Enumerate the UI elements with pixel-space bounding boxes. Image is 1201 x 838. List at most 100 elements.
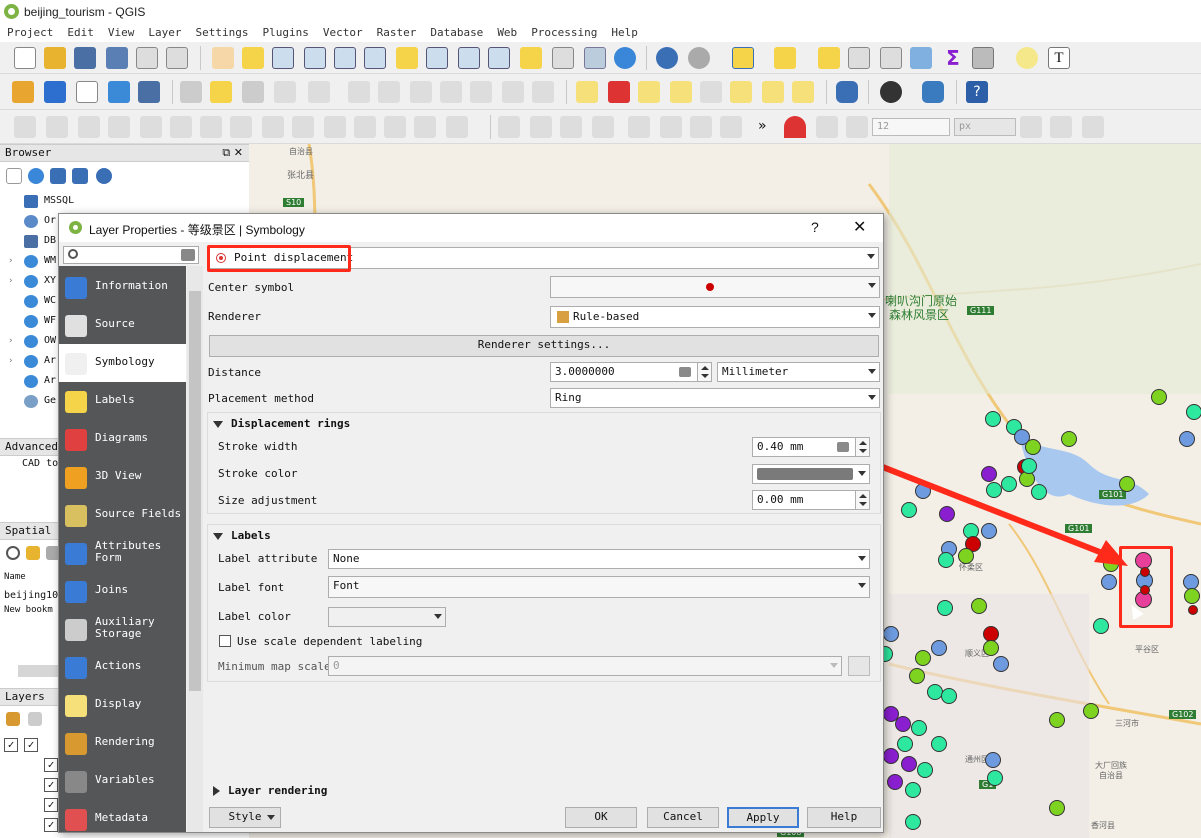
metasearch-icon[interactable]: [880, 81, 902, 103]
self-snapping-icon[interactable]: [1082, 116, 1104, 138]
dialog-close-icon[interactable]: ✕: [853, 217, 866, 236]
shape-digitize-icon[interactable]: [592, 116, 614, 138]
offset-curve-icon[interactable]: [230, 116, 252, 138]
dialog-sidebar-scrollbar[interactable]: [187, 266, 203, 832]
layer-checkbox[interactable]: ✓: [44, 818, 58, 832]
menu-raster[interactable]: Raster: [370, 24, 424, 41]
zoom-layer-icon[interactable]: [426, 47, 448, 69]
map-tips-icon[interactable]: [1016, 47, 1038, 69]
properties-info-icon[interactable]: [96, 168, 112, 184]
spinner-icon[interactable]: [697, 363, 711, 381]
expand-arrow-icon[interactable]: ›: [8, 271, 13, 291]
nav-joins[interactable]: Joins: [59, 572, 186, 610]
menu-database[interactable]: Database: [423, 24, 490, 41]
layer-checkbox[interactable]: ✓: [44, 778, 58, 792]
add-mesh-icon[interactable]: [138, 81, 160, 103]
add-raster-icon[interactable]: [108, 81, 130, 103]
select-by-value-icon[interactable]: [774, 47, 796, 69]
undo-icon[interactable]: [502, 81, 524, 103]
cancel-button[interactable]: Cancel: [647, 807, 719, 828]
expand-arrow-icon[interactable]: ›: [8, 351, 13, 371]
measure-icon[interactable]: [972, 47, 994, 69]
snapping-type-icon[interactable]: [846, 116, 868, 138]
clear-search-icon[interactable]: [181, 249, 195, 261]
dialog-help-button[interactable]: ?: [811, 219, 819, 235]
minimum-map-scale-input[interactable]: 0: [328, 656, 842, 676]
pan-icon[interactable]: [212, 47, 234, 69]
nav-symbology[interactable]: Symbology: [59, 344, 186, 382]
distance-unit-select[interactable]: Millimeter: [717, 362, 880, 382]
layer-checkbox[interactable]: ✓: [44, 798, 58, 812]
reverse-line-icon[interactable]: [262, 116, 284, 138]
distance-input[interactable]: 3.0000000: [550, 362, 712, 382]
zoom-in-icon[interactable]: [272, 47, 294, 69]
nav-source-fields[interactable]: Source Fields: [59, 496, 186, 534]
new-3d-view-icon[interactable]: [552, 47, 574, 69]
data-source-manager-icon[interactable]: [12, 81, 34, 103]
zoom-out-icon[interactable]: [304, 47, 326, 69]
dialog-search-input[interactable]: [63, 246, 199, 264]
rotate-feature-icon[interactable]: [660, 116, 682, 138]
diagram-toolbar-icon[interactable]: [608, 81, 630, 103]
label-color-button[interactable]: [328, 607, 446, 627]
menu-help[interactable]: Help: [604, 24, 645, 41]
delete-selected-icon[interactable]: [378, 81, 400, 103]
spatial-row[interactable]: New bookm: [4, 605, 53, 615]
scrollbar-thumb[interactable]: [189, 291, 201, 691]
add-ring-icon[interactable]: [46, 116, 68, 138]
browser-item[interactable]: MSSQL: [0, 191, 249, 211]
split-parts-icon[interactable]: [324, 116, 346, 138]
menu-vector[interactable]: Vector: [316, 24, 370, 41]
deselect-icon[interactable]: [818, 47, 840, 69]
zoom-last-icon[interactable]: [458, 47, 480, 69]
help-contents-icon[interactable]: ?: [966, 81, 988, 103]
zoom-full-icon[interactable]: [364, 47, 386, 69]
temporal-controller-icon[interactable]: [584, 47, 606, 69]
nav-metadata[interactable]: Metadata: [59, 800, 186, 832]
nav-variables[interactable]: Variables: [59, 762, 186, 800]
change-label-icon[interactable]: [792, 81, 814, 103]
filter-browser-icon[interactable]: [50, 168, 66, 184]
cut-features-icon[interactable]: [410, 81, 432, 103]
text-annotation-icon[interactable]: T: [1048, 47, 1070, 69]
layer-checkbox[interactable]: ✓: [44, 758, 58, 772]
select-features-icon[interactable]: [732, 47, 754, 69]
python-console-icon[interactable]: [922, 81, 944, 103]
displacement-rings-header[interactable]: Displacement rings: [213, 417, 350, 430]
current-scale-icon[interactable]: [848, 656, 870, 676]
nav-rendering[interactable]: Rendering: [59, 724, 186, 762]
expand-arrow-icon[interactable]: ›: [8, 331, 13, 351]
merge-attributes-icon[interactable]: [384, 116, 406, 138]
snap-tolerance-input[interactable]: 12: [872, 118, 950, 136]
modify-attributes-icon[interactable]: [348, 81, 370, 103]
toolbar-overflow-icon[interactable]: »: [758, 118, 767, 134]
panel-float-close-icon[interactable]: ⧉ ✕: [222, 145, 243, 161]
help-button[interactable]: Help: [807, 807, 881, 828]
print-layout-icon[interactable]: [136, 47, 158, 69]
nav-attributes-form[interactable]: Attributes Form: [59, 534, 186, 572]
cad-tools-item[interactable]: CAD to: [22, 458, 58, 469]
size-adjustment-input[interactable]: 0.00 mm: [752, 490, 870, 510]
nav-display[interactable]: Display: [59, 686, 186, 724]
clear-value-icon[interactable]: [837, 442, 849, 452]
snap-units-select[interactable]: px: [954, 118, 1016, 136]
digitize-icon[interactable]: [14, 116, 36, 138]
placement-method-select[interactable]: Ring: [550, 388, 880, 408]
nav-information[interactable]: Information: [59, 268, 186, 306]
fill-ring-icon[interactable]: [108, 116, 130, 138]
nav-3d-view[interactable]: 3D View: [59, 458, 186, 496]
refresh-icon[interactable]: [614, 47, 636, 69]
zoom-selection-icon[interactable]: [396, 47, 418, 69]
sub-renderer-select[interactable]: Rule-based: [550, 306, 880, 328]
zoom-native-icon[interactable]: [334, 47, 356, 69]
ok-button[interactable]: OK: [565, 807, 637, 828]
add-group-icon[interactable]: [28, 712, 42, 726]
topological-editing-icon[interactable]: [1020, 116, 1042, 138]
spinner-icon[interactable]: [855, 491, 869, 509]
reshape-icon[interactable]: [200, 116, 222, 138]
collapse-all-icon[interactable]: [72, 168, 88, 184]
statistics-icon[interactable]: Σ: [942, 47, 964, 69]
menu-processing[interactable]: Processing: [524, 24, 604, 41]
label-attribute-select[interactable]: None: [328, 549, 870, 569]
rotate-label-icon[interactable]: [762, 81, 784, 103]
